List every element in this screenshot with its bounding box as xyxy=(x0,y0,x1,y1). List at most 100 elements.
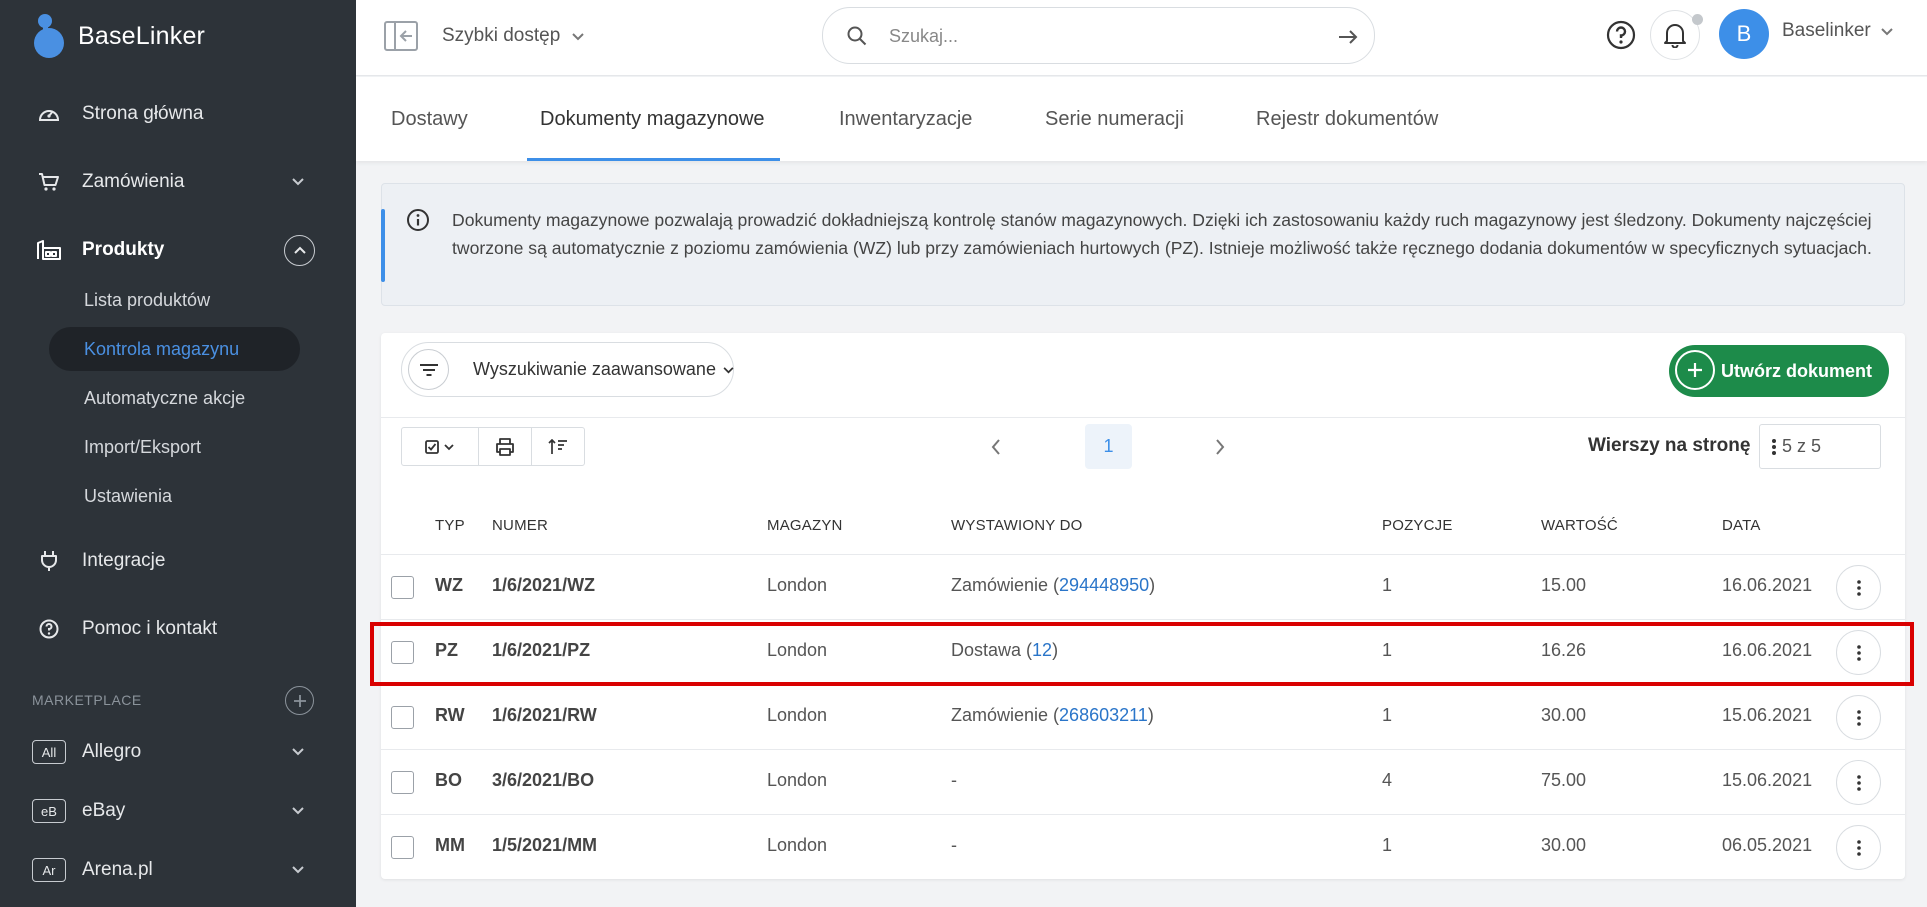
create-document-button[interactable]: Utwórz dokument xyxy=(1669,345,1889,397)
cart-icon xyxy=(36,169,62,195)
row-checkbox[interactable] xyxy=(391,576,414,599)
cell-positions: 1 xyxy=(1382,835,1393,855)
row-actions-button[interactable] xyxy=(1836,760,1881,805)
chevron-down-icon xyxy=(290,862,306,878)
sidebar-item-label: Integracje xyxy=(82,550,166,571)
tab-document-register[interactable]: Rejestr dokumentów xyxy=(1256,77,1438,161)
row-actions-button[interactable] xyxy=(1836,825,1881,870)
delivery-link[interactable]: 12 xyxy=(1032,640,1052,660)
collapse-button[interactable] xyxy=(284,234,315,266)
more-vertical-icon xyxy=(1856,839,1861,856)
print-button[interactable] xyxy=(479,428,533,465)
more-vertical-icon xyxy=(1856,579,1861,596)
avatar[interactable]: B xyxy=(1719,9,1769,59)
sidebar-subitem-auto-actions[interactable]: Automatyczne akcje xyxy=(49,376,300,420)
rows-per-page-value: 5 z 5 xyxy=(1782,436,1822,456)
sidebar-item-label: Produkty xyxy=(82,239,165,260)
sidebar-item-help[interactable]: Pomoc i kontakt xyxy=(0,607,356,651)
row-actions-button[interactable] xyxy=(1836,565,1881,610)
page-number-button[interactable]: 1 xyxy=(1085,424,1132,469)
user-menu[interactable]: Baselinker xyxy=(1782,20,1893,42)
chevron-down-icon xyxy=(723,361,734,379)
sidebar-subitem-stock-control[interactable]: Kontrola magazynu xyxy=(49,327,300,371)
rows-per-page-label: Wierszy na stronę xyxy=(1588,435,1751,456)
cell-warehouse: London xyxy=(767,770,828,790)
row-checkbox[interactable] xyxy=(391,706,414,729)
cell-number[interactable]: 1/6/2021/PZ xyxy=(492,640,590,661)
column-header-date[interactable]: DATA xyxy=(1722,517,1761,534)
marketplace-section-label: MARKETPLACE xyxy=(32,692,142,708)
cell-date: 06.05.2021 xyxy=(1722,835,1813,855)
search-input[interactable] xyxy=(889,22,1309,50)
rows-per-page-select[interactable]: 5 z 5 xyxy=(1759,424,1881,469)
arrow-right-icon[interactable] xyxy=(1337,26,1359,48)
sidebar-toggle-button[interactable] xyxy=(384,20,418,52)
column-header-number[interactable]: NUMER xyxy=(492,517,548,534)
tab-inventories[interactable]: Inwentaryzacje xyxy=(839,77,972,161)
cell-warehouse: London xyxy=(767,705,828,725)
sort-button[interactable] xyxy=(532,428,584,465)
cell-date: 15.06.2021 xyxy=(1722,770,1813,790)
sidebar-item-ebay[interactable]: eB eBay xyxy=(0,789,356,833)
column-header-issued-to[interactable]: WYSTAWIONY DO xyxy=(951,517,1083,534)
cell-type: MM xyxy=(435,835,465,855)
baselinker-logo-icon xyxy=(30,14,70,58)
cell-warehouse: London xyxy=(767,640,828,660)
table-row[interactable]: BO 3/6/2021/BO London - 4 75.00 15.06.20… xyxy=(381,750,1905,815)
question-circle-icon xyxy=(1606,20,1636,50)
row-actions-button[interactable] xyxy=(1836,630,1881,675)
table-row[interactable]: MM 1/5/2021/MM London - 1 30.00 06.05.20… xyxy=(381,815,1905,880)
column-header-positions[interactable]: POZYCJE xyxy=(1382,517,1453,534)
cell-type: RW xyxy=(435,705,465,725)
bulk-select-button[interactable] xyxy=(402,428,479,465)
quick-access-dropdown[interactable]: Szybki dostęp xyxy=(442,20,585,52)
tab-deliveries[interactable]: Dostawy xyxy=(391,77,468,161)
help-button[interactable] xyxy=(1604,18,1638,52)
chevron-down-icon xyxy=(1881,20,1893,42)
sidebar-item-products[interactable]: Produkty xyxy=(0,228,356,272)
cell-positions: 4 xyxy=(1382,770,1393,790)
sidebar-item-label: Strona główna xyxy=(82,103,204,124)
sidebar-item-integrations[interactable]: Integracje xyxy=(0,539,356,583)
panel-toggle-icon xyxy=(384,21,418,51)
tab-warehouse-documents[interactable]: Dokumenty magazynowe xyxy=(540,77,765,161)
column-header-type[interactable]: TYP xyxy=(435,517,465,534)
sidebar-item-home[interactable]: Strona główna xyxy=(0,92,356,136)
order-link[interactable]: 294448950 xyxy=(1059,575,1149,595)
table-row[interactable]: WZ 1/6/2021/WZ London Zamówienie (294448… xyxy=(381,555,1905,620)
sidebar-item-allegro[interactable]: All Allegro xyxy=(0,730,356,774)
printer-icon xyxy=(496,437,514,456)
sidebar-subitem-import-export[interactable]: Import/Eksport xyxy=(49,425,300,469)
cell-date: 16.06.2021 xyxy=(1722,640,1813,660)
next-page-button[interactable] xyxy=(1210,437,1230,457)
sidebar-subitem-product-list[interactable]: Lista produktów xyxy=(49,278,300,322)
row-checkbox[interactable] xyxy=(391,641,414,664)
cell-number[interactable]: 3/6/2021/BO xyxy=(492,770,594,791)
row-checkbox[interactable] xyxy=(391,836,414,859)
cell-positions: 1 xyxy=(1382,575,1393,595)
tab-numbering-series[interactable]: Serie numeracji xyxy=(1045,77,1184,161)
sidebar-item-orders[interactable]: Zamówienia xyxy=(0,160,356,204)
column-header-warehouse[interactable]: MAGAZYN xyxy=(767,517,843,534)
advanced-search-button[interactable]: Wyszukiwanie zaawansowane xyxy=(401,342,734,397)
sidebar-item-label: Zamówienia xyxy=(82,171,185,192)
cell-number[interactable]: 1/6/2021/WZ xyxy=(492,575,595,596)
add-marketplace-button[interactable] xyxy=(285,686,314,715)
table-row[interactable]: RW 1/6/2021/RW London Zamówienie (268603… xyxy=(381,685,1905,750)
order-link[interactable]: 268603211 xyxy=(1059,705,1148,725)
cell-number[interactable]: 1/6/2021/RW xyxy=(492,705,597,726)
sidebar-subitem-settings[interactable]: Ustawienia xyxy=(49,474,300,518)
app-logo[interactable]: BaseLinker xyxy=(30,12,205,60)
row-checkbox[interactable] xyxy=(391,771,414,794)
info-banner: Dokumenty magazynowe pozwalają prowadzić… xyxy=(381,183,1905,306)
cell-date: 16.06.2021 xyxy=(1722,575,1813,595)
sidebar-item-arena[interactable]: Ar Arena.pl xyxy=(0,848,356,892)
chevron-down-icon xyxy=(290,174,306,190)
table-row[interactable]: PZ 1/6/2021/PZ London Dostawa (12) 1 16.… xyxy=(381,620,1905,685)
cell-number[interactable]: 1/5/2021/MM xyxy=(492,835,597,856)
cell-type: PZ xyxy=(435,640,459,660)
app-logo-text: BaseLinker xyxy=(78,21,206,50)
row-actions-button[interactable] xyxy=(1836,695,1881,740)
previous-page-button[interactable] xyxy=(986,437,1006,457)
column-header-value[interactable]: WARTOŚĆ xyxy=(1541,517,1618,534)
